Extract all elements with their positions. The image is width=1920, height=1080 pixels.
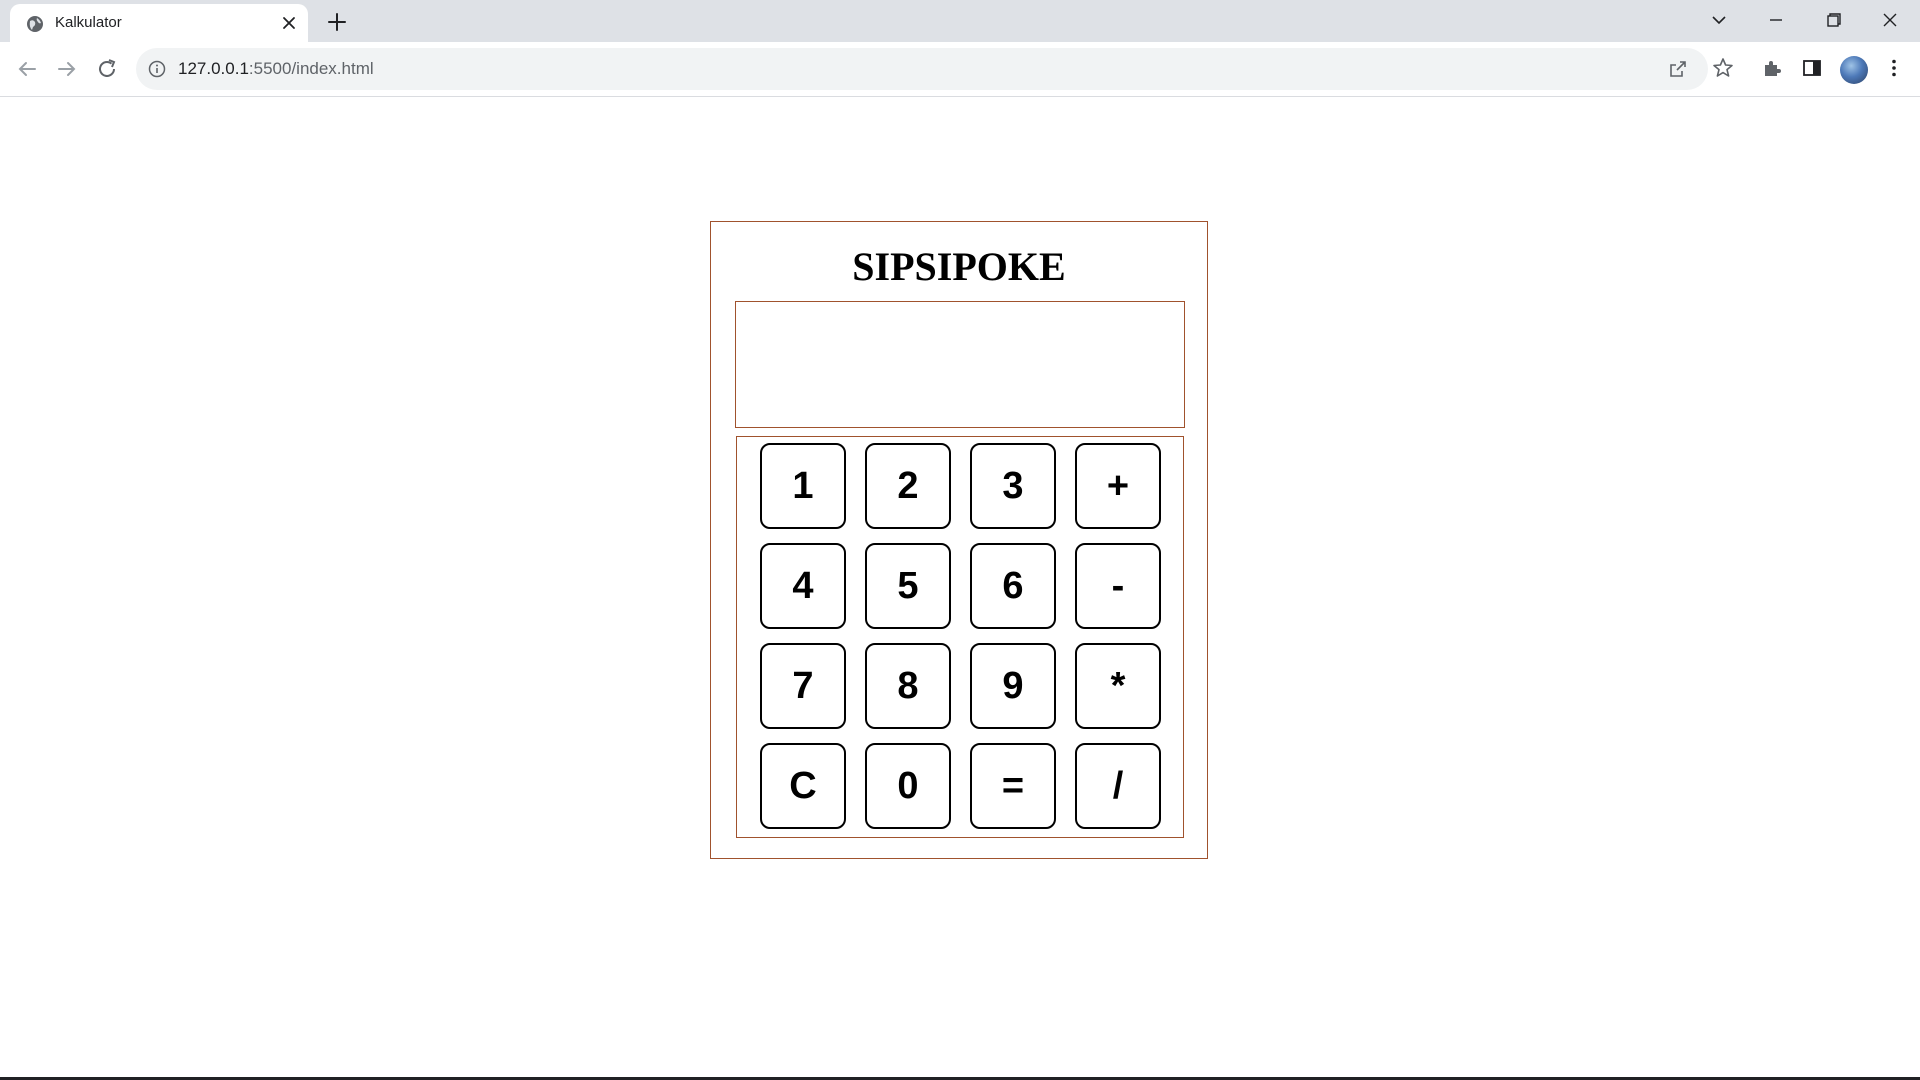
minimize-icon[interactable]: [1763, 8, 1789, 32]
url-host: 127.0.0.1: [178, 59, 249, 78]
key-0-button[interactable]: 0: [865, 743, 951, 829]
key-minus-button[interactable]: -: [1075, 543, 1161, 629]
url-text[interactable]: 127.0.0.1:5500/index.html: [178, 59, 374, 79]
key-8-button[interactable]: 8: [865, 643, 951, 729]
calculator: SIPSIPOKE 1 2 3 +4 5 6- 7 8 9 * C 0 = /: [710, 221, 1208, 859]
page-content: SIPSIPOKE 1 2 3 +4 5 6- 7 8 9 * C 0 = /: [0, 97, 1920, 1077]
close-icon[interactable]: [280, 14, 298, 32]
back-arrow-icon[interactable]: [12, 54, 42, 84]
share-icon[interactable]: [1666, 57, 1690, 81]
avatar[interactable]: [1840, 56, 1868, 84]
key-5-button[interactable]: 5: [865, 543, 951, 629]
close-window-icon[interactable]: [1877, 8, 1903, 32]
key-4-button[interactable]: 4: [760, 543, 846, 629]
key-equals-button[interactable]: =: [970, 743, 1056, 829]
tab-active[interactable]: Kalkulator: [10, 4, 308, 42]
globe-icon: [27, 16, 43, 32]
kebab-menu-icon[interactable]: [1882, 56, 1906, 80]
plus-icon[interactable]: [326, 11, 348, 33]
browser-toolbar: 127.0.0.1:5500/index.html: [0, 42, 1920, 97]
keypad: 1 2 3 +4 5 6- 7 8 9 * C 0 = /: [736, 436, 1184, 838]
side-panel-icon[interactable]: [1800, 56, 1824, 80]
key-divide-button[interactable]: /: [1075, 743, 1161, 829]
star-icon[interactable]: [1711, 56, 1735, 80]
key-multiply-button[interactable]: *: [1075, 643, 1161, 729]
key-9-button[interactable]: 9: [970, 643, 1056, 729]
info-icon[interactable]: [148, 60, 166, 78]
key-2-button[interactable]: 2: [865, 443, 951, 529]
key-6-button[interactable]: 6: [970, 543, 1056, 629]
puzzle-icon[interactable]: [1760, 56, 1784, 80]
address-bar[interactable]: 127.0.0.1:5500/index.html: [136, 48, 1708, 90]
key-clear-button[interactable]: C: [760, 743, 846, 829]
tab-title: Kalkulator: [55, 14, 122, 31]
key-1-button[interactable]: 1: [760, 443, 846, 529]
calculator-display: [735, 301, 1185, 428]
restore-icon[interactable]: [1820, 8, 1846, 32]
chevron-down-icon[interactable]: [1706, 8, 1732, 32]
key-7-button[interactable]: 7: [760, 643, 846, 729]
page-title: SIPSIPOKE: [852, 244, 1066, 289]
key-3-button[interactable]: 3: [970, 443, 1056, 529]
tab-strip: Kalkulator: [0, 0, 1920, 42]
key-plus-button[interactable]: +: [1075, 443, 1161, 529]
url-path: :5500/index.html: [248, 59, 374, 78]
reload-icon[interactable]: [92, 54, 122, 84]
forward-arrow-icon[interactable]: [52, 54, 82, 84]
